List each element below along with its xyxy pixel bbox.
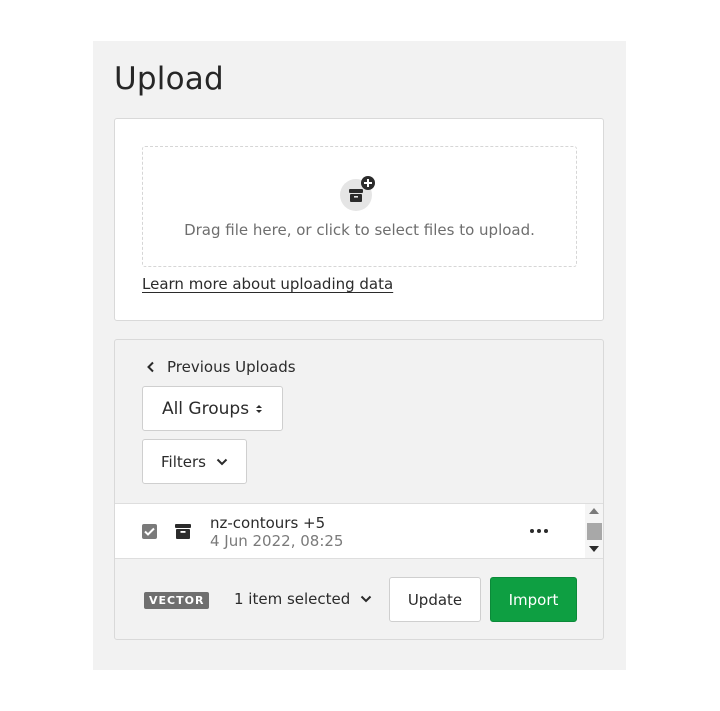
dropzone-instructions: Drag file here, or click to select files… (184, 221, 535, 239)
type-badge: VECTOR (144, 592, 210, 609)
previous-uploads-label: Previous Uploads (167, 358, 296, 376)
row-checkbox[interactable] (142, 524, 157, 539)
scroll-up-arrow[interactable] (589, 508, 599, 514)
ellipsis-icon (530, 529, 548, 533)
chevron-down-icon (216, 458, 228, 465)
filters-label: Filters (161, 452, 206, 471)
chevron-left-icon (147, 361, 154, 373)
upload-panel: Upload Drag file here, or click to selec… (93, 41, 626, 670)
group-select[interactable]: All Groups (142, 386, 283, 431)
filters-button[interactable]: Filters (142, 439, 247, 484)
upload-date: 4 Jun 2022, 08:25 (210, 532, 344, 550)
previous-uploads-card: Previous Uploads All Groups Filters nz-c… (114, 339, 604, 640)
uploads-list: nz-contours +5 4 Jun 2022, 08:25 (115, 503, 603, 559)
group-select-label: All Groups (161, 398, 250, 419)
scroll-thumb[interactable] (587, 523, 602, 540)
learn-more-link[interactable]: Learn more about uploading data (142, 275, 393, 293)
previous-uploads-back[interactable]: Previous Uploads (145, 358, 296, 376)
archive-icon (175, 524, 191, 539)
scroll-down-arrow[interactable] (589, 546, 599, 552)
update-button[interactable]: Update (389, 577, 481, 622)
upload-name: nz-contours +5 (210, 514, 326, 532)
sort-arrows-icon (256, 404, 263, 413)
more-options-button[interactable] (527, 519, 551, 543)
archive-plus-icon (340, 176, 375, 211)
selection-count: 1 item selected (234, 590, 351, 608)
list-scrollbar[interactable] (585, 504, 603, 558)
import-button[interactable]: Import (490, 577, 577, 622)
page-title: Upload (114, 61, 224, 97)
selection-dropdown[interactable]: 1 item selected (234, 590, 372, 608)
selection-footer: VECTOR 1 item selected Update Import (115, 560, 603, 640)
file-dropzone[interactable]: Drag file here, or click to select files… (142, 146, 577, 267)
upload-card: Drag file here, or click to select files… (114, 118, 604, 321)
check-icon (144, 527, 155, 536)
chevron-down-icon (361, 595, 372, 603)
